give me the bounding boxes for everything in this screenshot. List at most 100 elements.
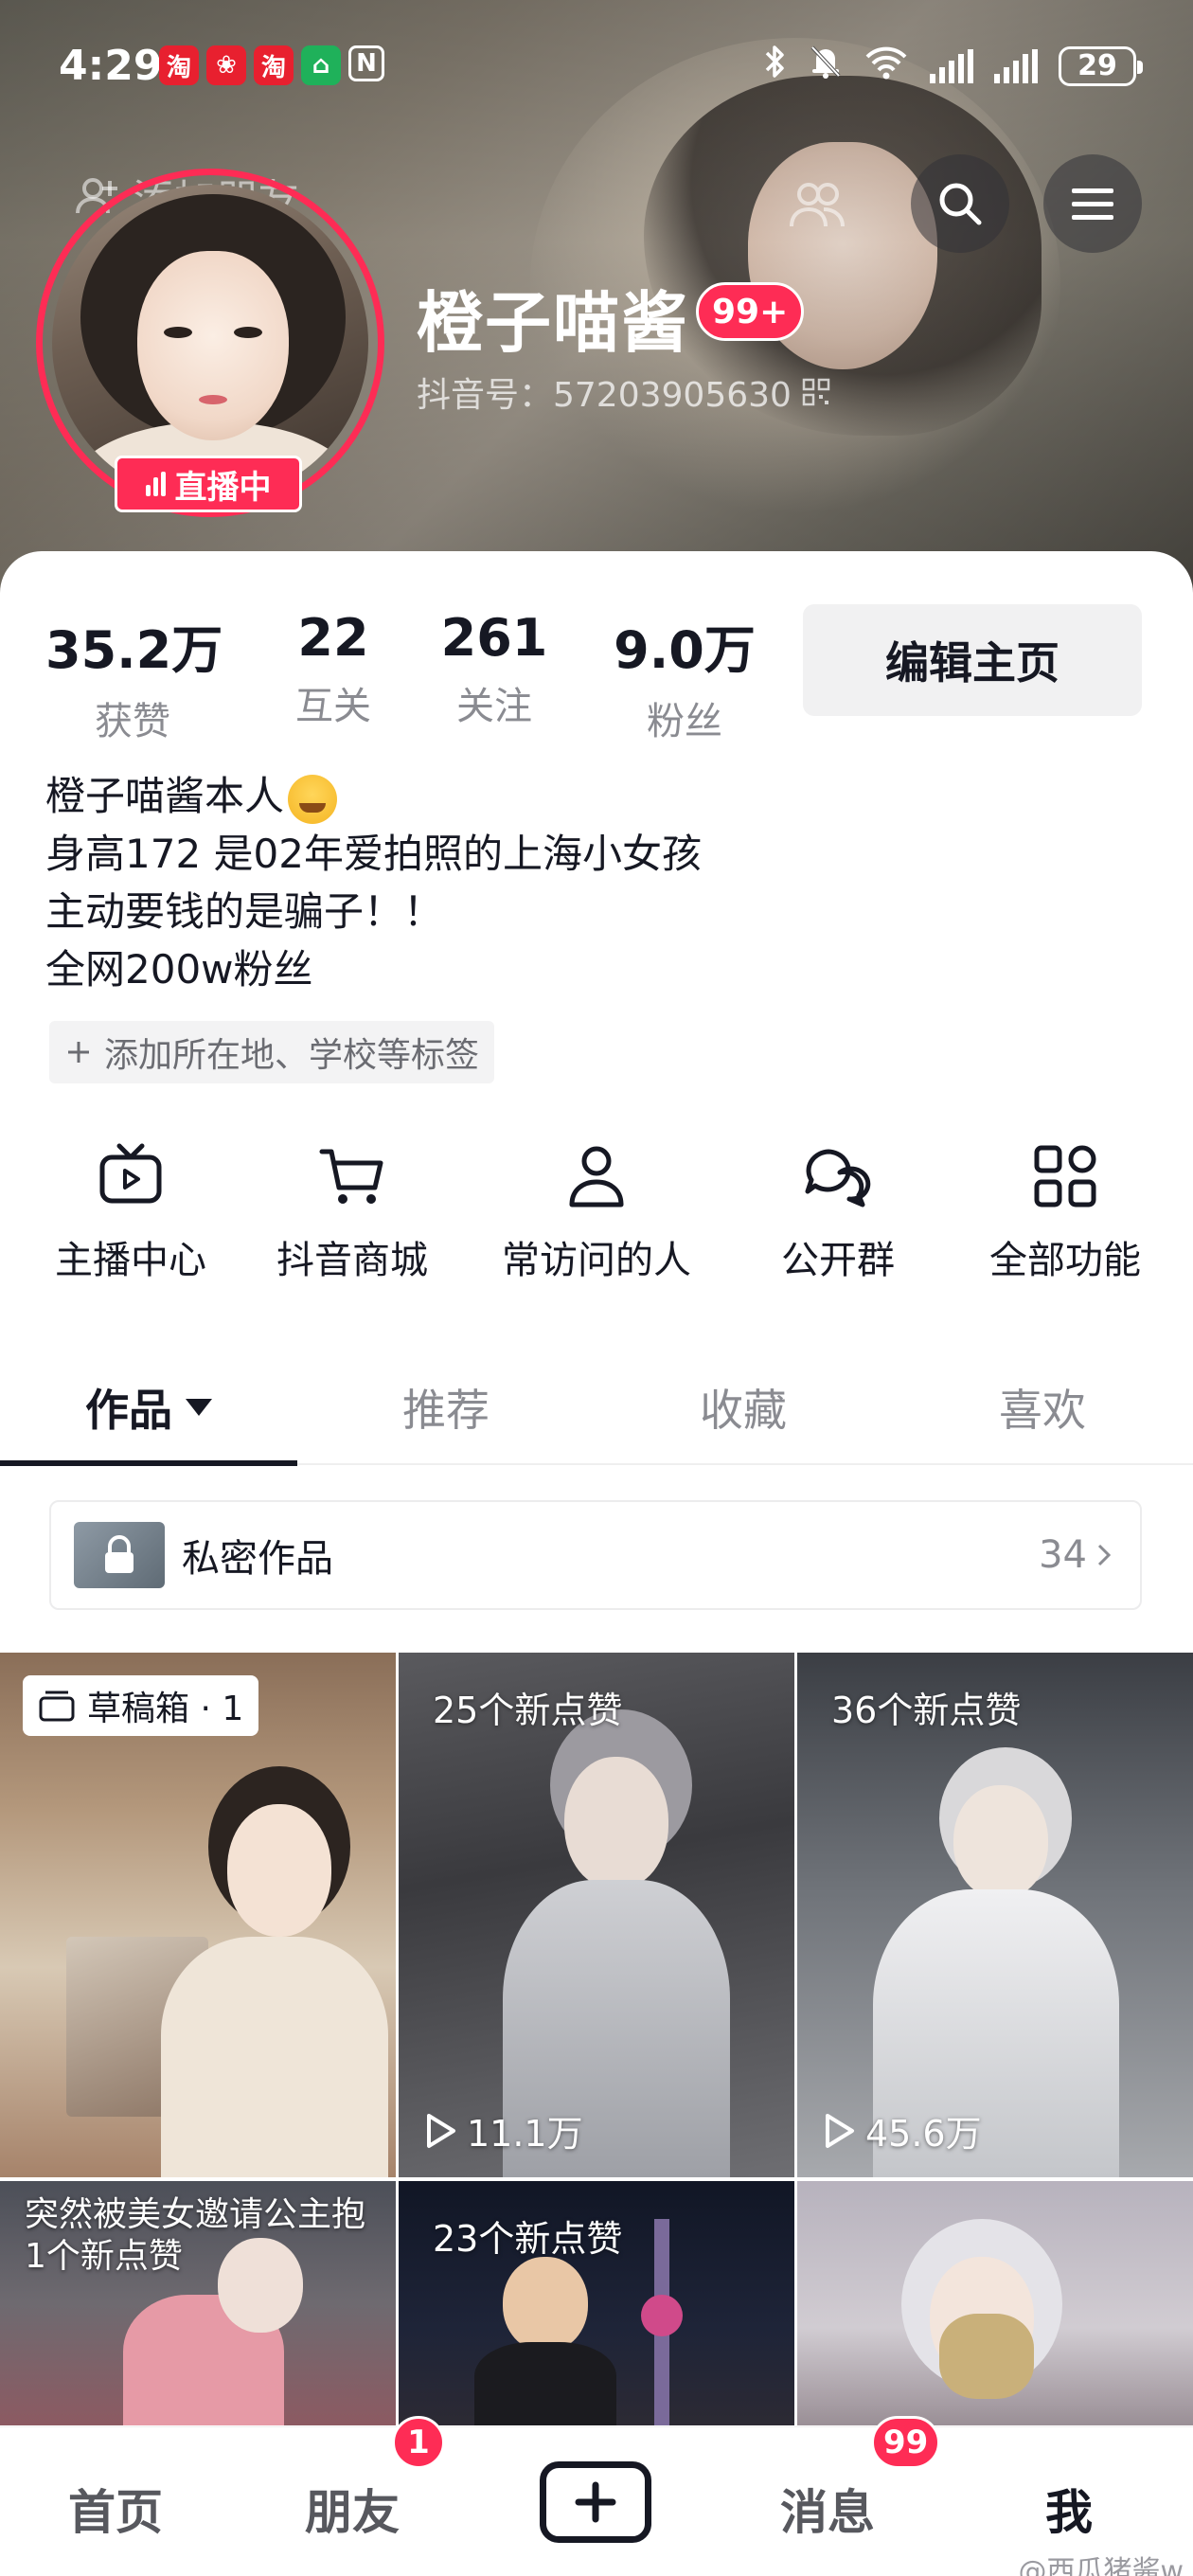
chat-group-icon [805,1149,871,1208]
profile-bio: 橙子喵酱本人 身高172 是02年爱拍照的上海小女孩 主动要钱的是骗子！！ 全网… [45,767,702,998]
stat-following-label: 关注 [456,685,532,728]
nav-messages[interactable]: 消息 [780,2475,875,2543]
profile-nickname: 橙子喵酱 [417,284,689,362]
tv-icon [99,1143,162,1204]
status-time: 4:29 [59,42,163,90]
friends-badge: 1 [392,2416,445,2469]
tile-new-likes: 1个新点赞 [25,2237,183,2276]
grid-icon [1034,1145,1096,1208]
status-app-icons: 淘 ❀ 淘 ⌂ N [159,45,384,85]
content-tabs: 作品 推荐 收藏 喜欢 [0,1351,1193,1465]
status-right: 29 [763,44,1143,88]
works-grid: 草稿箱 · 1 25个新点赞 11.1万 36个新点赞 45.6万 突然被美女邀… [0,1653,1193,2425]
video-tile[interactable]: 草稿箱 · 1 [0,1653,396,2177]
nickname-badge[interactable]: 99+ [696,282,805,341]
drafts-label: 草稿箱 · 1 [87,1690,244,1728]
plus-icon [575,2481,616,2523]
tab-likes[interactable]: 喜欢 [892,1351,1193,1463]
play-icon [427,2113,455,2148]
tab-active-indicator [0,1460,297,1466]
menu-button[interactable] [1043,154,1142,253]
tab-recommend[interactable]: 推荐 [297,1351,595,1463]
douyin-id[interactable]: 抖音号：57203905630 [417,367,831,417]
stat-likes-value: 35.2万 [45,620,223,680]
visitors-icon[interactable] [786,173,848,236]
private-works-label: 私密作品 [182,1537,333,1581]
stat-mutual-label: 互关 [295,685,371,728]
nfc-icon: N [348,45,384,81]
chevron-right-icon [1097,1544,1112,1566]
tab-works[interactable]: 作品 [0,1351,297,1463]
quick-action-label: 抖音商城 [276,1239,428,1282]
tile-play-count: 45.6万 [822,2104,982,2156]
bio-line-1: 橙子喵酱本人 [45,773,285,819]
live-bars-icon [145,472,166,496]
nav-friends[interactable]: 朋友 [305,2475,400,2543]
status-bar: 4:29 淘 ❀ 淘 ⌂ N 29 [0,0,1193,133]
stat-mutual-value: 22 [297,608,369,668]
bottom-nav: 首页 朋友 1 消息 99 我 [0,2416,1193,2576]
watermark: @西瓜猪酱w [1018,2555,1184,2576]
private-works-row[interactable]: 私密作品 34 [49,1500,1142,1610]
video-tile[interactable]: 突然被美女邀请公主抱 1个新点赞 [0,2181,396,2425]
tile-play-count-value: 11.1万 [467,2113,583,2155]
stat-following[interactable]: 261 关注 [436,608,553,730]
drafts-box-icon [39,1690,75,1722]
nav-home[interactable]: 首页 [68,2475,163,2543]
signal-1-icon [930,48,973,83]
tile-caption: 突然被美女邀请公主抱 1个新点赞 [25,2194,365,2278]
qr-code-icon [802,378,830,406]
quick-action-streamer-center[interactable]: 主播中心 [45,1138,216,1284]
video-tile[interactable] [797,2181,1193,2425]
pinduoduo-icon: ❀ [206,45,246,85]
video-tile[interactable]: 25个新点赞 11.1万 [399,1653,794,2177]
douyin-id-text: 抖音号：57203905630 [417,376,792,415]
quick-action-frequent-visitors[interactable]: 常访问的人 [492,1138,701,1284]
quick-actions: 主播中心 抖音商城 常访问的人 公开群 全部功能 [0,1138,1193,1299]
stat-likes-label: 获赞 [95,700,170,743]
create-button[interactable] [540,2461,651,2543]
tile-new-likes: 25个新点赞 [433,1690,623,1731]
home-app-icon: ⌂ [301,45,341,85]
bluetooth-icon [763,44,788,88]
stat-followers-label: 粉丝 [647,700,722,743]
caret-down-icon [186,1399,212,1416]
mute-bell-icon [809,44,843,88]
add-tag-label: 添加所在地、学校等标签 [104,1036,480,1075]
tile-play-count: 11.1万 [423,2104,583,2156]
tile-new-likes: 23个新点赞 [433,2218,623,2260]
tile-caption-text: 突然被美女邀请公主抱 [25,2195,366,2234]
search-button[interactable] [911,154,1009,253]
shy-face-emoji-icon [288,774,338,824]
quick-action-mall[interactable]: 抖音商城 [267,1138,437,1284]
avatar-photo [52,185,368,501]
lock-icon [105,1535,134,1573]
profile-stats: 35.2万 获赞 22 互关 261 关注 9.0万 粉丝 [0,608,795,743]
play-icon [826,2113,854,2148]
tab-works-label: 作品 [85,1385,172,1436]
taobao-icon: 淘 [254,45,294,85]
private-works-count: 34 [1039,1533,1087,1577]
quick-action-label: 全部功能 [989,1239,1141,1282]
stat-likes[interactable]: 35.2万 获赞 [45,608,223,745]
stat-mutual[interactable]: 22 互关 [275,608,392,730]
person-icon [569,1146,624,1208]
quick-action-all-features[interactable]: 全部功能 [975,1138,1155,1284]
stat-following-value: 261 [440,608,548,668]
tab-favorites[interactable]: 收藏 [595,1351,892,1463]
video-tile[interactable]: 36个新点赞 45.6万 [797,1653,1193,2177]
tile-new-likes: 36个新点赞 [831,1690,1022,1731]
add-tag-button[interactable]: 添加所在地、学校等标签 [49,1021,495,1083]
stat-followers-value: 9.0万 [614,620,756,680]
live-badge[interactable]: 直播中 [115,456,302,512]
edit-profile-button[interactable]: 编辑主页 [803,604,1142,716]
stat-followers[interactable]: 9.0万 粉丝 [595,608,775,745]
hamburger-menu-icon [1072,188,1113,220]
drafts-chip[interactable]: 草稿箱 · 1 [23,1675,259,1736]
tile-play-count-value: 45.6万 [865,2113,982,2155]
quick-action-public-group[interactable]: 公开群 [757,1138,918,1284]
nav-me[interactable]: 我 [1045,2475,1093,2543]
bio-line-2: 身高172 是02年爱拍照的上海小女孩 [45,831,702,877]
search-icon [939,183,982,225]
video-tile[interactable]: 23个新点赞 [399,2181,794,2425]
